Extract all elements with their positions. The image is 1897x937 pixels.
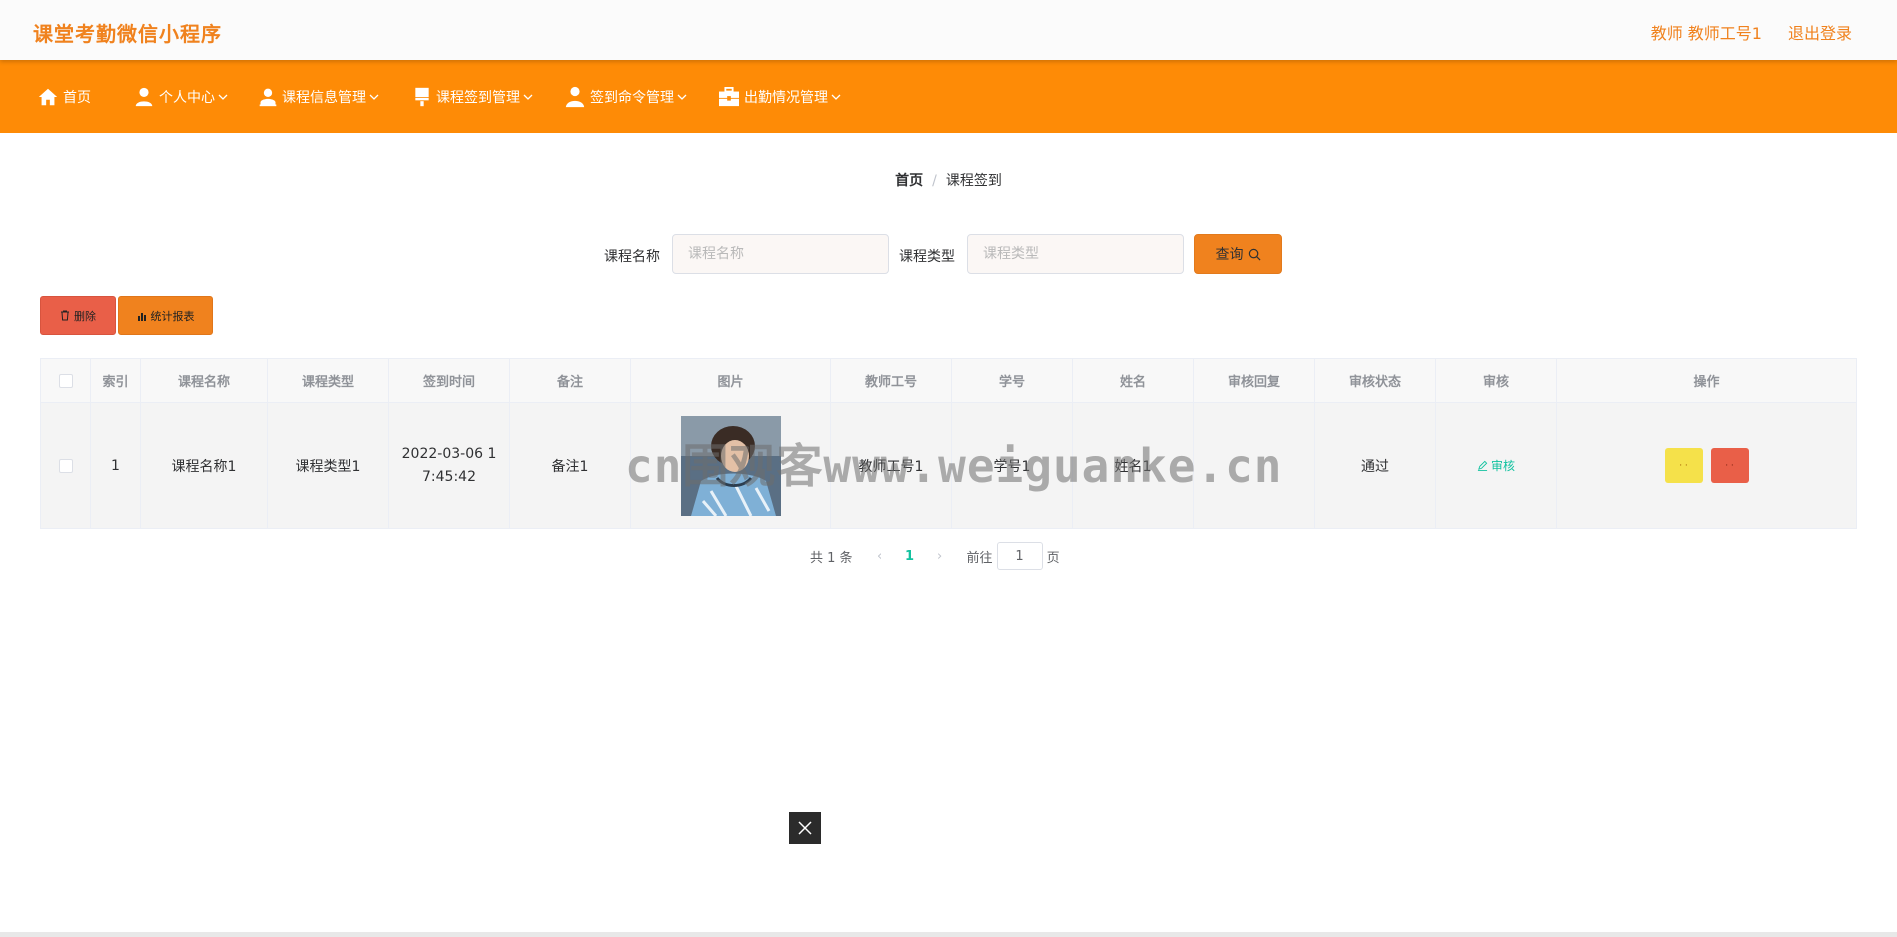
remark-cell: 备注1: [510, 403, 631, 529]
page-suffix: 页: [1046, 550, 1060, 566]
name-cell: 姓名1: [1073, 403, 1194, 529]
goto-label: 前往: [966, 550, 993, 566]
pagination-total: 共 1 条: [810, 550, 853, 566]
next-page-icon[interactable]: ›: [925, 549, 955, 564]
breadcrumb-separator: /: [932, 173, 937, 189]
operation-cell: · · · ·: [1557, 403, 1857, 529]
briefcase-icon: [719, 86, 739, 106]
breadcrumb-home[interactable]: 首页: [895, 173, 923, 189]
nav-item-course-info[interactable]: 课程信息管理: [258, 60, 383, 133]
main-nav: 首页 个人中心 课程信息管理 课程签到管理 签到命令管理 出勤情况管理: [0, 60, 1897, 133]
signin-table: 索引 课程名称 课程类型 签到时间 备注 图片 教师工号 学号 姓名 审核回复 …: [40, 358, 1857, 529]
user-info: 教师 教师工号1: [1650, 24, 1762, 43]
user-icon: [135, 87, 153, 106]
chevron-down-icon: [369, 94, 379, 100]
app-title: 课堂考勤微信小程序: [33, 22, 222, 46]
person-icon: [565, 86, 585, 107]
goto-page-input[interactable]: [996, 542, 1043, 570]
nav-item-label: 首页: [63, 89, 91, 106]
column-header: 教师工号: [831, 359, 952, 403]
top-header: 课堂考勤微信小程序 教师 教师工号1 退出登录: [0, 0, 1897, 60]
student-no-cell: 学号1: [952, 403, 1073, 529]
nav-item-course-signin[interactable]: 课程签到管理: [412, 60, 537, 133]
nav-item-label: 课程签到管理: [436, 89, 520, 106]
column-header: 图片: [631, 359, 831, 403]
table-header-row: 索引 课程名称 课程类型 签到时间 备注 图片 教师工号 学号 姓名 审核回复 …: [41, 359, 1857, 403]
teacher-no-cell: 教师工号1: [831, 403, 952, 529]
column-header: 学号: [952, 359, 1073, 403]
image-cell: [631, 403, 831, 529]
bottom-border: [0, 932, 1897, 937]
row-checkbox[interactable]: [58, 458, 73, 473]
nav-item-label: 出勤情况管理: [744, 89, 828, 106]
nav-item-label: 个人中心: [159, 89, 215, 106]
photo-thumbnail[interactable]: [680, 415, 781, 516]
audit-link-label: 审核: [1490, 459, 1515, 473]
course-type-label: 课程类型: [899, 249, 955, 265]
home-icon: [38, 88, 58, 105]
signin-time-line: 7:45:42: [422, 468, 476, 485]
edit-button[interactable]: · ·: [1664, 448, 1703, 483]
course-name-label: 课程名称: [604, 249, 660, 265]
column-header: 签到时间: [389, 359, 510, 403]
delete-button-label: 删除: [74, 309, 96, 323]
index-cell: 1: [91, 403, 141, 529]
header-select-cell: [41, 359, 91, 403]
column-header: 操作: [1557, 359, 1857, 403]
page-jumper: 前往 页: [967, 542, 1060, 570]
row-delete-button[interactable]: · ·: [1710, 448, 1749, 483]
brush-icon: [415, 87, 429, 106]
chevron-down-icon: [218, 94, 228, 100]
course-name-cell: 课程名称1: [141, 403, 268, 529]
course-type-cell: 课程类型1: [268, 403, 389, 529]
audit-cell: 审核: [1436, 403, 1557, 529]
user-card-icon: [259, 88, 277, 106]
search-icon: [1248, 248, 1260, 260]
course-name-input[interactable]: [672, 234, 889, 274]
row-select-cell: [41, 403, 91, 529]
close-icon: [798, 821, 812, 835]
logout-link[interactable]: 退出登录: [1788, 20, 1852, 44]
nav-item-signin-command[interactable]: 签到命令管理: [564, 60, 691, 133]
stats-report-button[interactable]: 统计报表: [118, 296, 213, 335]
column-header: 索引: [91, 359, 141, 403]
column-header: 课程名称: [141, 359, 268, 403]
course-type-input[interactable]: [967, 234, 1184, 274]
audit-reply-cell: [1194, 403, 1315, 529]
page-number[interactable]: 1: [895, 549, 925, 564]
chevron-down-icon: [831, 94, 841, 100]
table-row: 1 课程名称1 课程类型1 2022-03-06 1 7:45:42 备注1 教…: [41, 403, 1857, 529]
column-header: 备注: [510, 359, 631, 403]
trash-icon: [61, 310, 69, 321]
query-button-label: 查询: [1215, 247, 1244, 263]
column-header: 审核回复: [1194, 359, 1315, 403]
stats-button-label: 统计报表: [150, 309, 195, 323]
audit-link[interactable]: 审核: [1477, 457, 1515, 474]
query-button[interactable]: 查询: [1194, 234, 1282, 274]
breadcrumb: 首页 / 课程签到: [0, 170, 1897, 190]
select-all-checkbox[interactable]: [58, 373, 73, 388]
delete-button[interactable]: 删除: [40, 296, 116, 335]
signin-time-cell: 2022-03-06 1 7:45:42: [389, 403, 510, 529]
bar-chart-icon: [137, 312, 146, 321]
chevron-down-icon: [677, 94, 687, 100]
column-header: 审核: [1436, 359, 1557, 403]
nav-item-personal-center[interactable]: 个人中心: [133, 60, 232, 133]
audit-status-cell: 通过: [1315, 403, 1436, 529]
chevron-down-icon: [523, 94, 533, 100]
close-overlay-button[interactable]: [789, 812, 821, 844]
signin-time-line: 2022-03-06 1: [401, 445, 497, 462]
nav-item-home[interactable]: 首页: [37, 60, 91, 133]
pagination: 共 1 条 ‹ 1 › 前往 页: [810, 542, 1060, 570]
column-header: 课程类型: [268, 359, 389, 403]
column-header: 姓名: [1073, 359, 1194, 403]
nav-item-attendance[interactable]: 出勤情况管理: [718, 60, 845, 133]
nav-item-label: 课程信息管理: [282, 89, 366, 106]
breadcrumb-current: 课程签到: [945, 173, 1002, 189]
column-header: 审核状态: [1315, 359, 1436, 403]
prev-page-icon[interactable]: ‹: [865, 549, 895, 564]
edit-icon: [1477, 460, 1488, 471]
nav-item-label: 签到命令管理: [590, 89, 674, 106]
